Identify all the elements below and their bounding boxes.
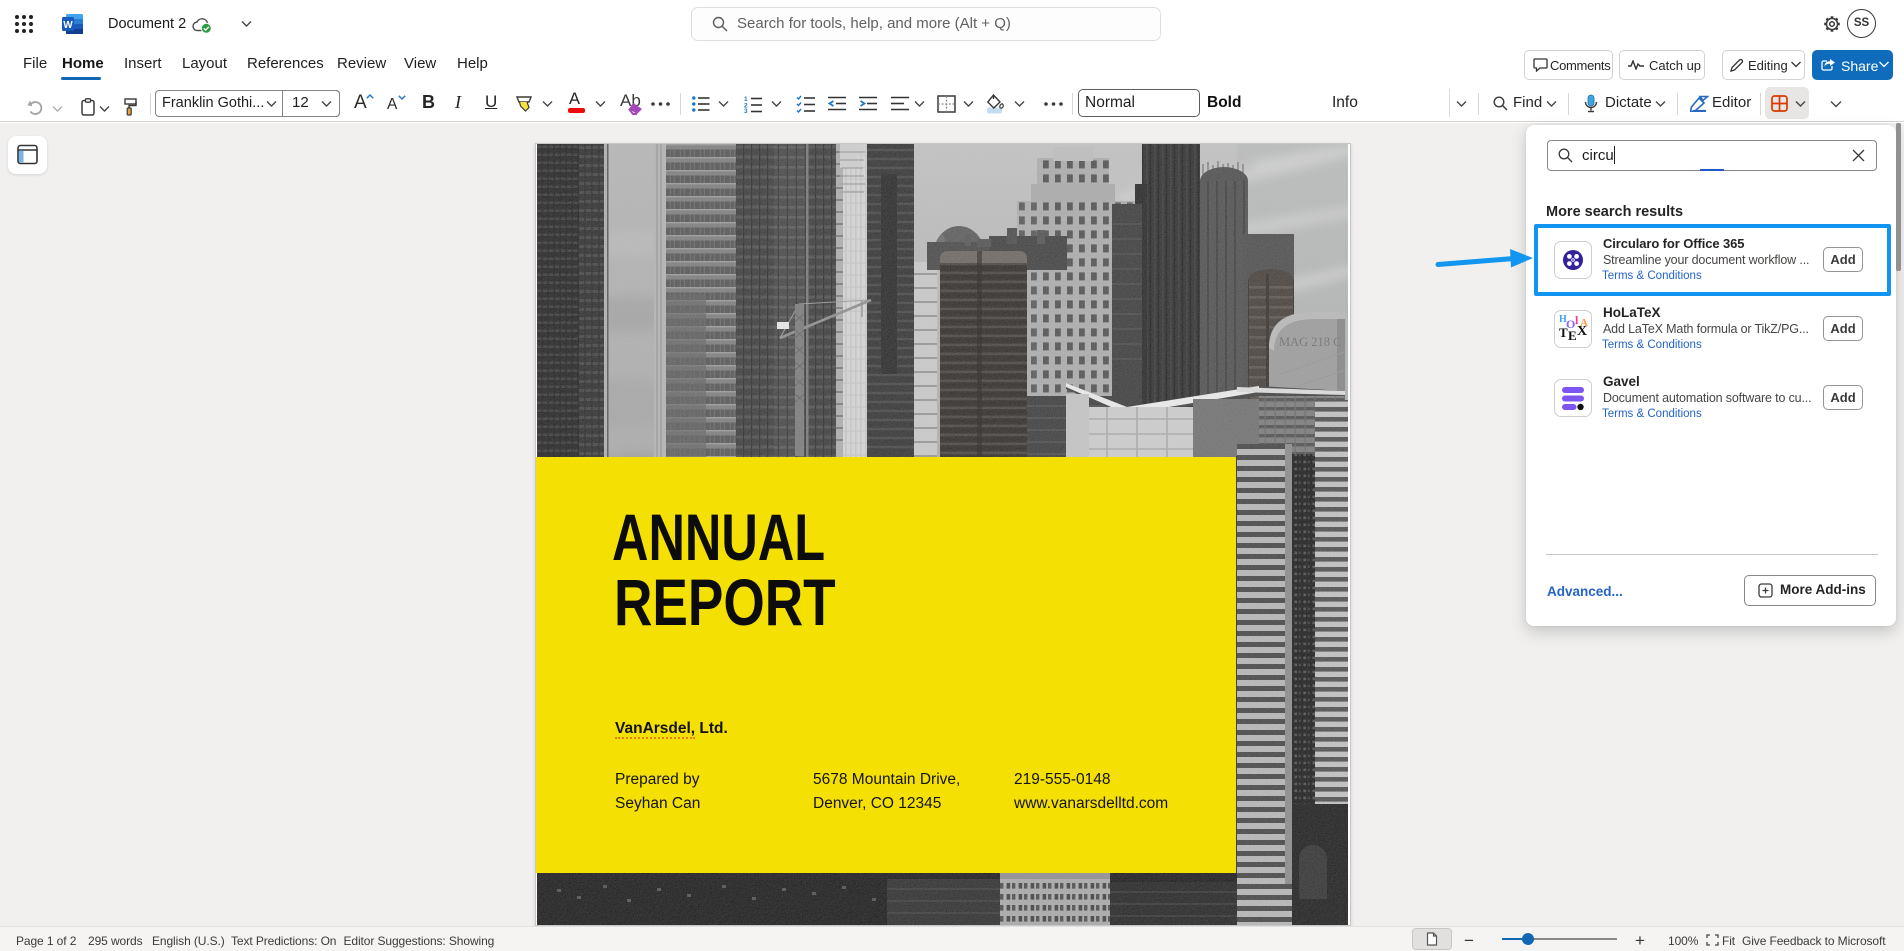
- svg-text:3: 3: [744, 108, 748, 113]
- svg-text:W: W: [63, 20, 73, 31]
